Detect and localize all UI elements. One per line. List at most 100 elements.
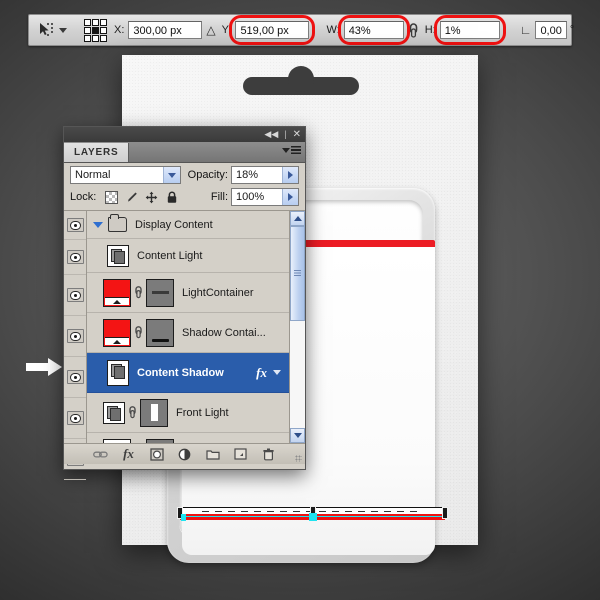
lock-transparency-icon[interactable] — [105, 191, 118, 204]
layer-row-shadow-container[interactable]: Shadow Contai... — [87, 313, 289, 353]
opacity-value[interactable]: 18% — [232, 169, 282, 181]
scrollbar-thumb-grip-icon[interactable] — [290, 226, 305, 321]
blend-mode-select[interactable]: Normal — [70, 166, 181, 184]
transform-left-anchor[interactable] — [181, 514, 186, 521]
path-selection-tool-icon[interactable] — [37, 20, 55, 40]
mask-horizontal-line[interactable] — [146, 279, 174, 307]
ref-pt-5[interactable] — [100, 27, 107, 34]
transform-bounding-box[interactable] — [180, 506, 445, 521]
layer-name-content-light: Content Light — [137, 250, 202, 262]
right-arrow-annotation-icon — [26, 358, 64, 376]
ref-pt-center[interactable] — [92, 27, 99, 34]
layers-list: Display Content Content Light — [64, 210, 305, 443]
scroll-down-arrow-icon[interactable] — [290, 428, 305, 443]
link-chain-icon[interactable] — [408, 22, 419, 39]
layer-rows-column: Display Content Content Light — [87, 211, 289, 443]
link-chain-icon[interactable] — [134, 326, 143, 339]
layer-style-fx-button[interactable]: fx — [121, 447, 136, 462]
layer-name-display-content: Display Content — [135, 219, 213, 231]
rotation-field[interactable]: 0,00 — [535, 21, 566, 39]
layer-row-display-content[interactable]: Display Content — [87, 211, 289, 239]
delete-layer-button[interactable] — [261, 447, 276, 462]
panel-title-bar[interactable]: ◀◀ | ✕ — [64, 127, 305, 142]
opacity-stepper-arrow-icon[interactable] — [282, 167, 298, 183]
link-chain-icon[interactable] — [128, 406, 137, 419]
mask-horizontal-bar-bottom[interactable] — [146, 319, 174, 347]
new-group-button[interactable] — [205, 447, 220, 462]
height-group: H: 1% — [423, 21, 500, 39]
ref-pt-7[interactable] — [92, 35, 99, 42]
width-group: W: 43% — [324, 21, 403, 39]
lock-image-pixels-brush-icon[interactable] — [125, 191, 138, 204]
width-field[interactable]: 43% — [344, 21, 404, 39]
ref-pt-0[interactable] — [84, 19, 91, 26]
layers-panel-footer: fx — [64, 443, 305, 464]
visibility-toggle-lightcontainer[interactable] — [64, 275, 86, 316]
fill-value[interactable]: 100% — [232, 191, 282, 203]
ref-pt-3[interactable] — [84, 27, 91, 34]
transform-handle-right[interactable] — [442, 507, 448, 519]
ref-pt-1[interactable] — [92, 19, 99, 26]
layer-row-inner[interactable]: Inner fx — [87, 433, 289, 443]
layer-row-content-light[interactable]: Content Light — [87, 239, 289, 273]
panel-menu-icon[interactable] — [282, 146, 301, 154]
collapse-double-arrow-icon[interactable]: ◀◀ — [264, 130, 278, 139]
x-position-group: X: 300,00 px — [112, 21, 202, 39]
visibility-toggle-content-light[interactable] — [64, 240, 86, 275]
triangle-down-icon[interactable] — [93, 222, 103, 228]
lock-label: Lock: — [70, 191, 96, 203]
layers-scrollbar[interactable] — [289, 211, 305, 443]
options-bar: X: 300,00 px △ Y: 519,00 px W: 43% — [28, 14, 572, 46]
visibility-toggle-shadow-container[interactable] — [64, 316, 86, 357]
panel-tab-row: LAYERS — [64, 142, 305, 163]
hanger-slot-shape — [243, 77, 359, 95]
ref-pt-8[interactable] — [100, 35, 107, 42]
reference-point-grid-icon[interactable] — [84, 19, 107, 42]
lock-fill-row: Lock: Fill: 100% — [64, 187, 305, 210]
height-field[interactable]: 1% — [440, 21, 500, 39]
blend-opacity-row: Normal Opacity: 18% — [64, 163, 305, 187]
layer-name-content-shadow: Content Shadow — [137, 367, 224, 379]
tool-preset-chevron-down-icon[interactable] — [59, 28, 67, 33]
app-root: X: 300,00 px △ Y: 519,00 px W: 43% — [0, 0, 600, 600]
x-position-field[interactable]: 300,00 px — [128, 21, 202, 39]
layer-row-content-shadow[interactable]: Content Shadow fx — [87, 353, 289, 393]
delta-triangle-icon: △ — [206, 23, 215, 37]
chevron-down-icon[interactable] — [273, 370, 281, 375]
lock-all-padlock-icon[interactable] — [165, 191, 178, 204]
close-icon[interactable]: ✕ — [293, 130, 301, 139]
red-swatch-thumbnail[interactable] — [103, 319, 131, 347]
layer-row-front-light[interactable]: Front Light — [87, 393, 289, 433]
ref-pt-2[interactable] — [100, 19, 107, 26]
opacity-stepper[interactable]: 18% — [231, 166, 299, 184]
tab-layers[interactable]: LAYERS — [64, 143, 129, 162]
fill-stepper-arrow-icon[interactable] — [282, 189, 298, 205]
smart-object-icon — [103, 402, 125, 424]
mask-vertical-bar[interactable] — [140, 399, 168, 427]
link-layers-button[interactable] — [93, 447, 108, 462]
visibility-toggle-front-light[interactable] — [64, 398, 86, 439]
add-layer-mask-button[interactable] — [149, 447, 164, 462]
blend-mode-value: Normal — [75, 169, 110, 181]
angle-icon: ∟ — [520, 23, 532, 37]
scrollbar-track[interactable] — [290, 226, 305, 428]
chevron-down-icon[interactable] — [163, 167, 180, 183]
visibility-toggle-content-shadow[interactable] — [64, 357, 86, 398]
scroll-up-arrow-icon[interactable] — [290, 211, 305, 226]
fx-icon[interactable]: fx — [256, 365, 267, 381]
layer-row-lightcontainer[interactable]: LightContainer — [87, 273, 289, 313]
opacity-label: Opacity: — [188, 169, 228, 181]
new-layer-button[interactable] — [233, 447, 248, 462]
link-chain-icon[interactable] — [134, 286, 143, 299]
y-position-field[interactable]: 519,00 px — [235, 21, 309, 39]
lock-position-move-icon[interactable] — [145, 191, 158, 204]
fill-stepper[interactable]: 100% — [231, 188, 299, 206]
adjustment-layer-button[interactable] — [177, 447, 192, 462]
ref-pt-6[interactable] — [84, 35, 91, 42]
y-position-group: Y: 519,00 px — [220, 21, 310, 39]
red-swatch-thumbnail[interactable] — [103, 279, 131, 307]
y-position-highlight: 519,00 px — [235, 21, 309, 39]
resize-grip-icon[interactable] — [295, 455, 302, 462]
visibility-toggle-display-content[interactable] — [64, 211, 86, 240]
transform-center-point[interactable] — [309, 513, 317, 521]
